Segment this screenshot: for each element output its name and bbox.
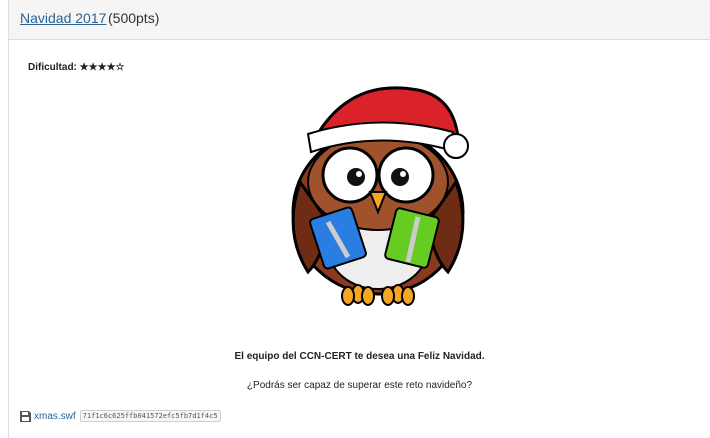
christmas-owl-illustration xyxy=(291,86,469,306)
challenge-question-text: ¿Podrás ser capaz de superar este reto n… xyxy=(246,380,473,391)
challenge-panel: Navidad 2017 (500pts) Dificultad: ★★★★☆ xyxy=(8,0,710,438)
attachment-download-link[interactable]: xmas.swf xyxy=(34,411,76,422)
challenge-title-link[interactable]: Navidad 2017 xyxy=(20,10,106,26)
difficulty-stars: ★★★★☆ xyxy=(79,62,125,73)
difficulty: Dificultad: ★★★★☆ xyxy=(28,62,125,73)
difficulty-label: Dificultad: xyxy=(28,62,77,73)
save-floppy-icon xyxy=(20,410,31,422)
attachment-row: xmas.swf 71f1c6c625ffb041572efc5fb7d1f4c… xyxy=(20,408,221,424)
challenge-header: Navidad 2017 (500pts) xyxy=(9,0,710,40)
file-hash: 71f1c6c625ffb041572efc5fb7d1f4c5 xyxy=(79,410,221,422)
greeting-text: El equipo del CCN-CERT te desea una Feli… xyxy=(234,351,485,362)
challenge-points: (500pts) xyxy=(108,10,160,26)
